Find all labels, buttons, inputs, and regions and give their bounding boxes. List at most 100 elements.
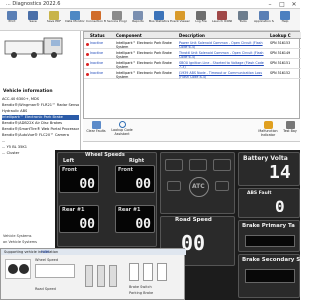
toolbar-icon-5: [112, 11, 122, 20]
cell-description[interactable]: J1939 ABS Node - Timeout or Communicatio…: [179, 71, 267, 79]
cell-status[interactable]: Inactive: [90, 61, 114, 65]
vehicle-system-item[interactable]: Bendix®/SmartTire® Web Portal Processor: [2, 127, 79, 132]
cell-lookup: SPN 516153: [270, 41, 291, 45]
fault-dot-icon: [86, 73, 89, 76]
clear-faults-button[interactable]: Clear Faults: [86, 121, 106, 134]
toolbar-label-3: Data Monitor: [65, 20, 85, 23]
vehicle-system-item[interactable]: Hydraulic ABS: [2, 109, 79, 114]
vehicle-system-item[interactable]: Bendix®/Wingman® FLR21™ Radar Sensor: [2, 103, 79, 108]
rear1-left-speed: Rear #1 00: [59, 205, 99, 233]
lookup-code-button[interactable]: Lookup Code Assistant: [108, 121, 136, 136]
vehicle-system-item[interactable]: Intellipark™ Electronic Park Brake: [2, 115, 79, 120]
maximize-icon[interactable]: □: [276, 0, 288, 9]
brake-primary-meter: [245, 235, 295, 247]
toolbar-button-2[interactable]: Save PDF: [44, 10, 64, 30]
col-status[interactable]: Status: [90, 32, 105, 39]
road-speed-title: Road Speed: [175, 217, 212, 223]
toolbar-button-13[interactable]: Help: [275, 10, 295, 30]
vehicle-systems-label-2: on Vehicle Systems: [3, 240, 37, 244]
toolbar-button-9[interactable]: Log File: [191, 10, 211, 30]
toolbar-button-7[interactable]: Bus Statistics: [149, 10, 169, 30]
cell-description[interactable]: Throttl Unit Solenoid Common - Open Circ…: [179, 51, 267, 59]
vehicle-systems-label: Vehicle Systems: [3, 234, 32, 238]
toolbar-button-10[interactable]: Launch ICONNECT Toolbox: [212, 10, 232, 30]
slider-group: [81, 261, 125, 295]
toolbar-label-7: Bus Statistics: [149, 20, 169, 23]
test-bay-button[interactable]: Test Bay: [282, 121, 298, 134]
vehicle-system-item[interactable]: ...: [2, 139, 79, 144]
brake-secondary-meter: [245, 269, 295, 283]
slider-3[interactable]: [109, 265, 117, 287]
window-title: ... Diagnostics 2022.6: [6, 1, 61, 7]
toolbar-button-5[interactable]: Service Programs: [107, 10, 127, 30]
toolbar-icon-2: [49, 11, 59, 20]
supporting-info-title: Supporting vehicle information: [1, 249, 186, 255]
cell-component: Intellipark™ Electronic Park Brake Syste…: [116, 61, 172, 69]
gauge-cluster-icon: [5, 259, 31, 279]
rear1-right-speed: Rear #1 00: [115, 205, 155, 233]
truck-test-icon: [285, 121, 295, 129]
close-icon[interactable]: ✕: [288, 0, 300, 9]
toolbar-icon-7: [154, 11, 164, 20]
table-row[interactable]: Inactive Intellipark™ Electronic Park Bra…: [84, 50, 301, 59]
main-toolbar: Print Save Save PDF Data Monitor Connection …: [0, 9, 300, 31]
toolbar-label-12: Application Settings: [254, 20, 274, 23]
toolbar-button-6[interactable]: Reports: [128, 10, 148, 30]
col-lookup[interactable]: Lookup C: [270, 32, 291, 39]
cell-description[interactable]: SBO0 Ignition Line - Shorted to Voltage …: [179, 61, 267, 69]
gauge-right-icon: [19, 264, 29, 274]
toolbar-button-1[interactable]: Save: [23, 10, 43, 30]
brake-light-icon: [189, 159, 207, 171]
switch-2[interactable]: [143, 263, 153, 281]
vehicle-system-item[interactable]: Bendix®/ADB22X Air Disc Brakes: [2, 121, 79, 126]
toolbar-button-0[interactable]: Print: [2, 10, 22, 30]
hide-button[interactable]: HIDE: [41, 249, 50, 255]
fault-dot-icon: [86, 53, 89, 56]
warning-light-icon: [263, 121, 273, 129]
brake-secondary-title: Brake Secondary S: [242, 257, 301, 263]
toolbar-button-8[interactable]: Event Viewer: [170, 10, 190, 30]
table-row[interactable]: Inactive Intellipark™ Electronic Park Bra…: [84, 40, 301, 49]
cell-status[interactable]: Inactive: [90, 41, 114, 45]
toolbar-button-4[interactable]: Connection Mode: [86, 10, 106, 30]
cell-lookup: SPN 516151: [270, 61, 291, 65]
toolbar-label-10: Launch ICONNECT Toolbox: [212, 20, 232, 23]
warning-lights-panel: ATC: [160, 152, 235, 214]
switch-3[interactable]: [157, 263, 167, 281]
cell-component: Intellipark™ Electronic Park Brake Syste…: [116, 41, 172, 49]
vehicle-system-item[interactable]: Bendix®/AutoVue® FLC20™ Camera: [2, 133, 79, 138]
minimize-icon[interactable]: –: [264, 0, 276, 9]
truck-icon: [4, 37, 63, 58]
toolbar-label-11: Tools: [239, 20, 247, 23]
window-title-bar: ... Diagnostics 2022.6: [0, 0, 300, 9]
switch-1[interactable]: [129, 263, 139, 281]
toolbar-button-3[interactable]: Data Monitor: [65, 10, 85, 30]
toolbar-icon-10: [217, 11, 227, 20]
slider-2[interactable]: [97, 265, 105, 287]
toolbar-label-0: Print: [8, 20, 16, 23]
toolbar-label-13: Help: [281, 20, 289, 23]
toolbar-button-11[interactable]: Tools: [233, 10, 253, 30]
toolbar-icon-0: [7, 11, 17, 20]
abs-fault-title: ABS Fault: [247, 191, 272, 196]
cell-status[interactable]: Inactive: [90, 51, 114, 55]
stability-light-icon: [215, 181, 229, 191]
table-row[interactable]: Inactive Intellipark™ Electronic Park Bra…: [84, 60, 301, 69]
col-component[interactable]: Component: [116, 32, 142, 39]
toolbar-icon-8: [175, 11, 185, 20]
cell-status[interactable]: Inactive: [90, 71, 114, 75]
toolbar-icon-1: [28, 11, 38, 20]
slider-1[interactable]: [85, 265, 93, 287]
cell-description[interactable]: Power Unit Solenoid Common - Open Circui…: [179, 41, 267, 49]
col-description[interactable]: Description: [179, 32, 205, 39]
abs-light-icon: [165, 159, 183, 171]
eraser-icon: [91, 121, 101, 129]
abs-fault-panel: ABS Fault 0: [238, 188, 300, 218]
wheel-speed-label: Wheel Speed: [35, 258, 59, 262]
table-row[interactable]: Inactive Intellipark™ Electronic Park Bra…: [84, 70, 301, 79]
vehicle-system-item[interactable]: ACC-40 6300+, MDS: [2, 97, 79, 102]
toolbar-button-12[interactable]: Application Settings: [254, 10, 274, 30]
supporting-info-window: Supporting vehicle information HIDE Whee…: [0, 248, 186, 300]
fault-table: Status Component Description Lookup C In…: [83, 31, 301, 119]
malfunction-indicator-button[interactable]: Malfunction Indicator: [255, 121, 281, 137]
